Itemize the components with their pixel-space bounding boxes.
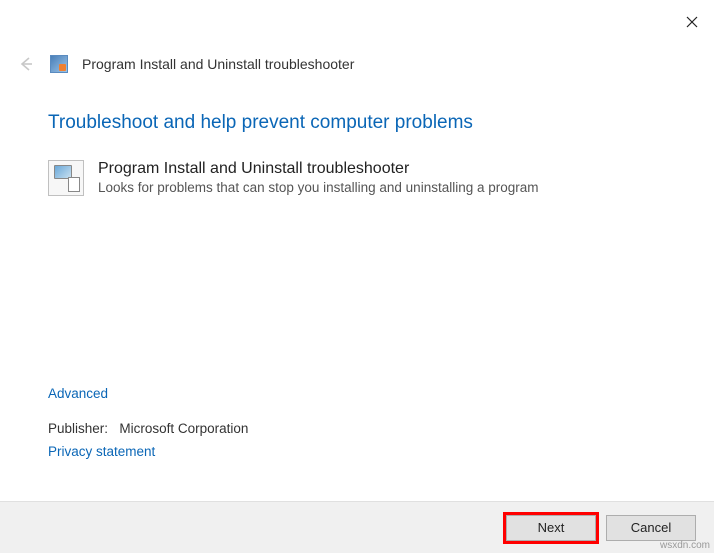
back-arrow-icon [17,55,35,73]
page-heading: Troubleshoot and help prevent computer p… [48,112,666,134]
privacy-statement-link[interactable]: Privacy statement [48,444,248,459]
titlebar [0,0,714,40]
header-title: Program Install and Uninstall troublesho… [82,56,354,72]
publisher-value: Microsoft Corporation [119,421,248,436]
header-row: Program Install and Uninstall troublesho… [0,40,714,84]
troubleshooter-item: Program Install and Uninstall troublesho… [48,160,666,196]
publisher-label: Publisher: [48,421,108,436]
publisher-row: Publisher: Microsoft Corporation [48,421,248,436]
troubleshooter-description: Looks for problems that can stop you ins… [98,180,539,195]
content-area: Troubleshoot and help prevent computer p… [0,84,714,196]
back-button[interactable] [16,54,36,74]
advanced-link[interactable]: Advanced [48,386,248,401]
troubleshooter-title: Program Install and Uninstall troublesho… [98,160,539,178]
bottom-links: Advanced Publisher: Microsoft Corporatio… [48,386,248,459]
app-icon [50,55,68,73]
close-button[interactable] [682,12,702,32]
close-icon [686,16,698,28]
footer: Next Cancel [0,501,714,553]
watermark: wsxdn.com [660,540,710,551]
cancel-button[interactable]: Cancel [606,515,696,541]
troubleshooter-icon [48,160,84,196]
troubleshooter-text: Program Install and Uninstall troublesho… [98,160,539,196]
next-button[interactable]: Next [506,515,596,541]
